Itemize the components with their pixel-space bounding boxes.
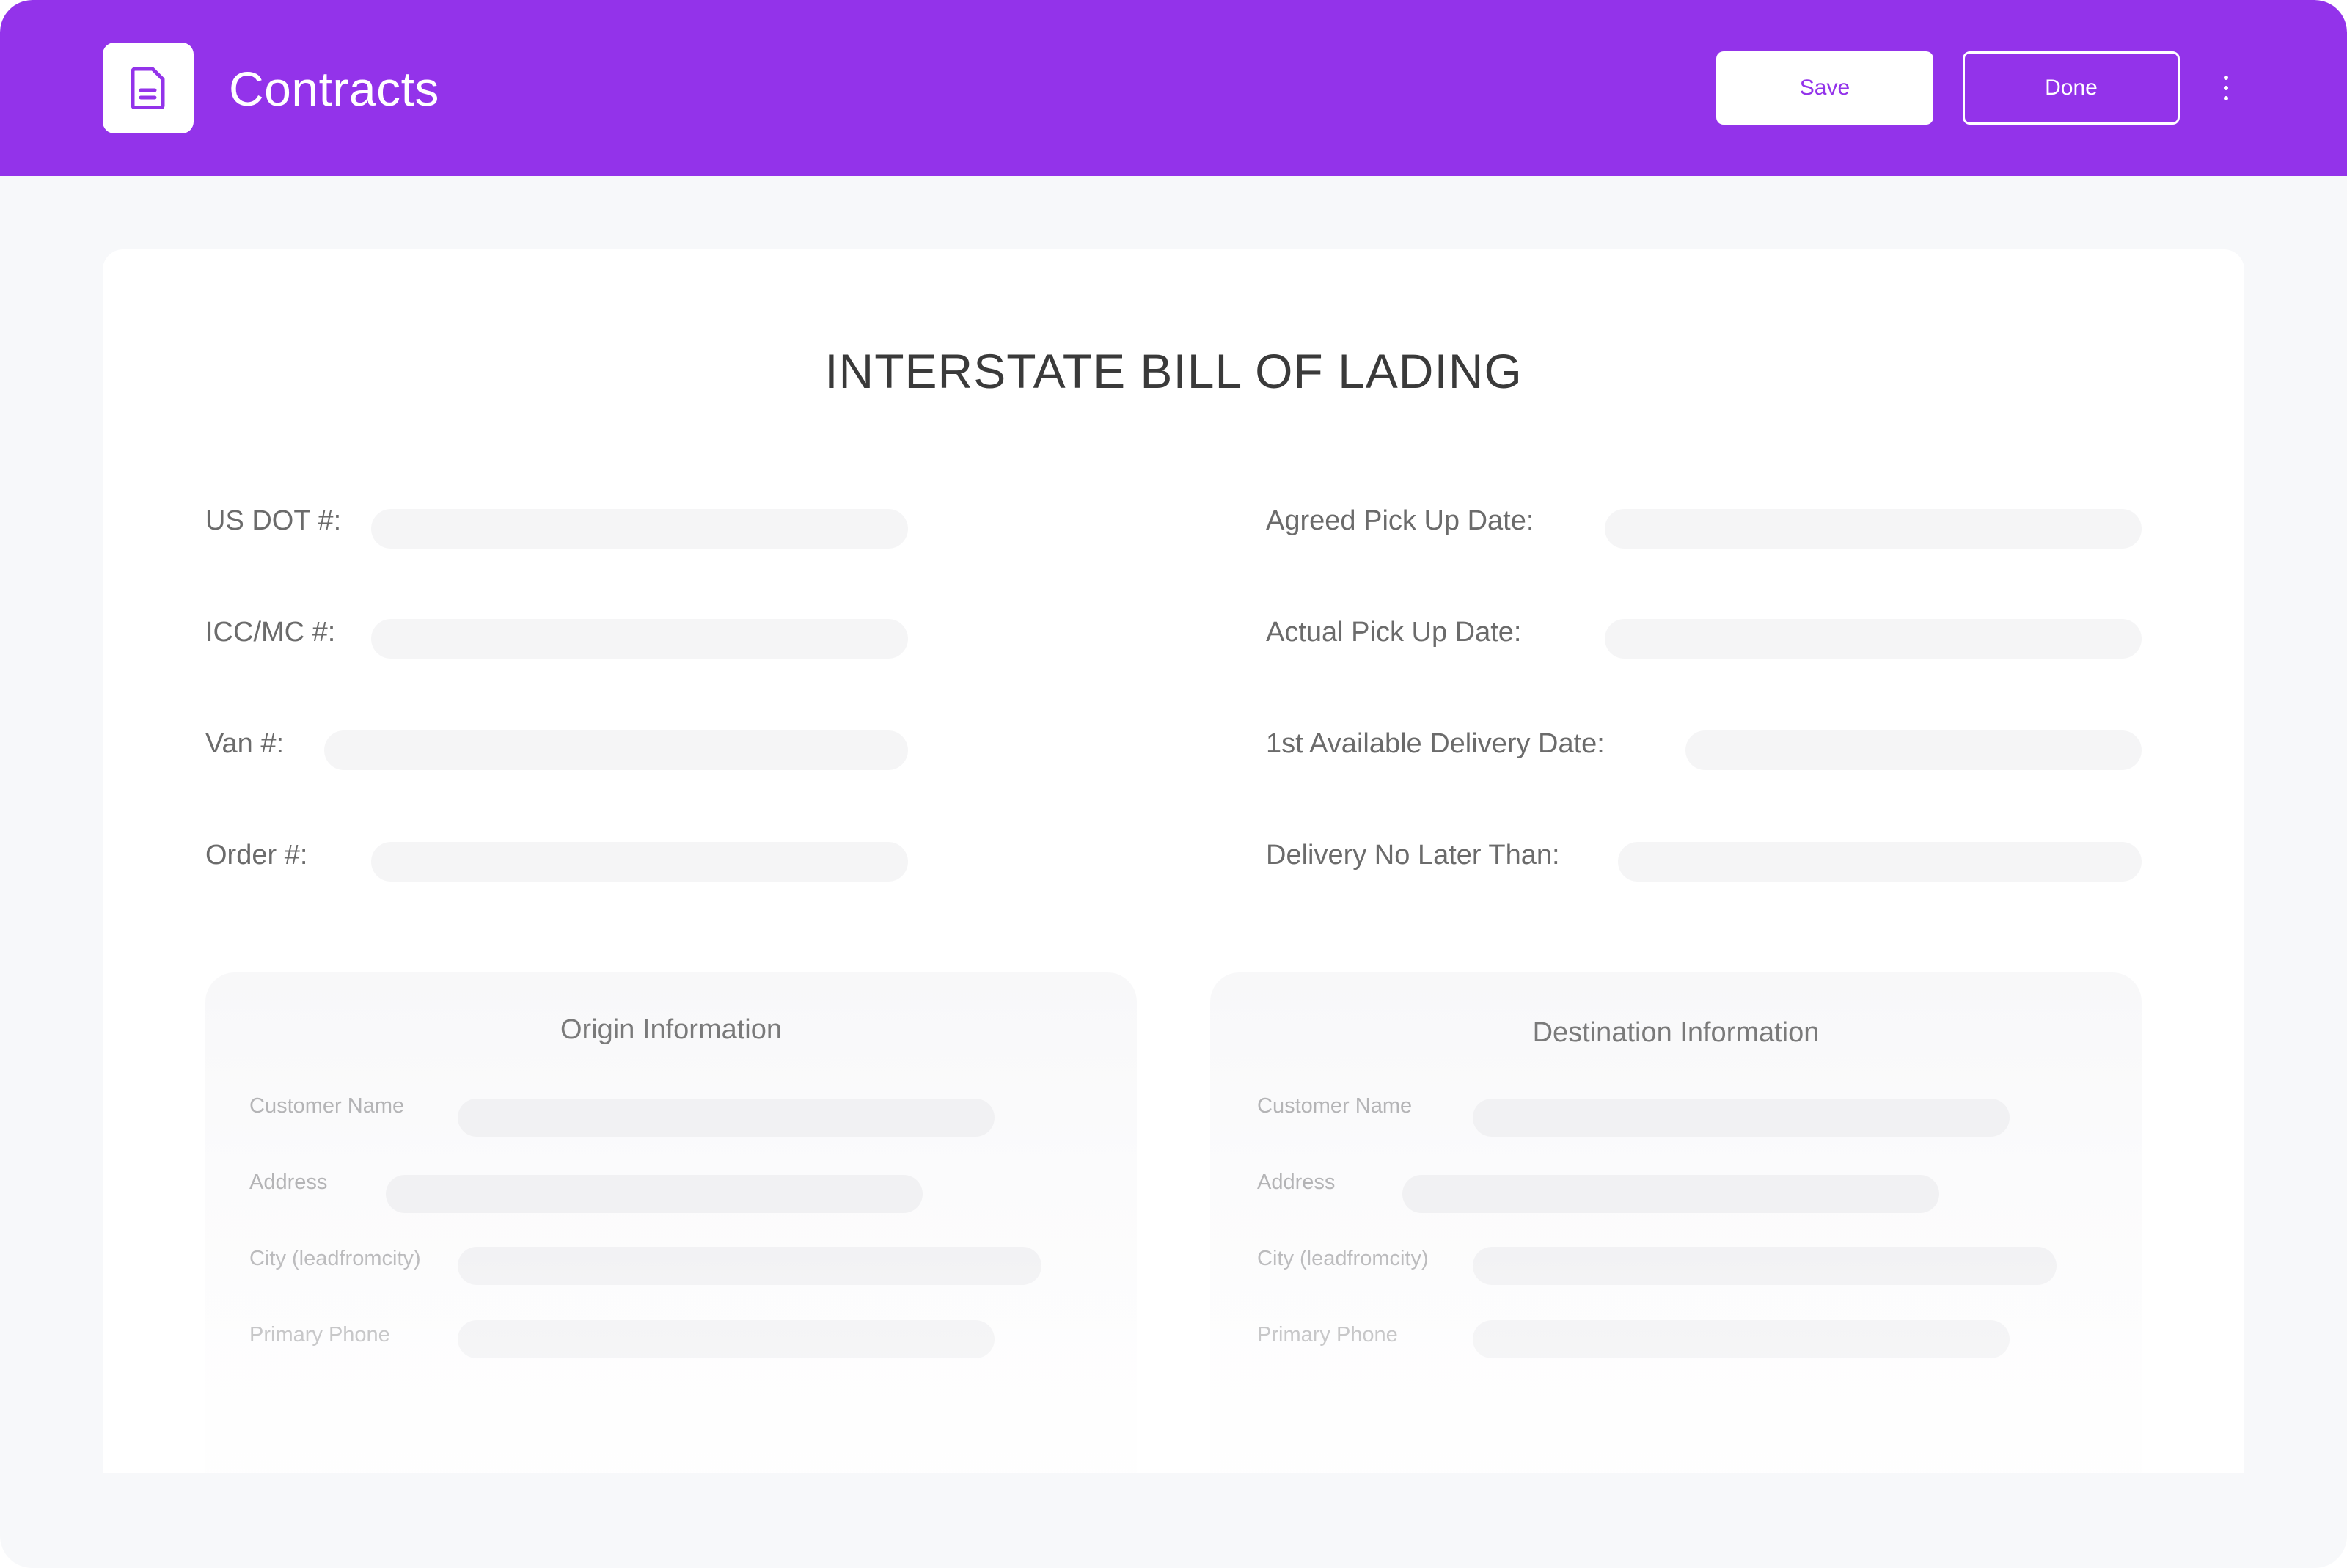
van-label: Van #:	[205, 728, 285, 759]
done-button[interactable]: Done	[1963, 51, 2180, 125]
document-icon	[103, 43, 194, 133]
icc-mc-input[interactable]	[371, 619, 908, 659]
actual-pickup-date-label: Actual Pick Up Date:	[1266, 617, 1522, 648]
van-input[interactable]	[324, 730, 908, 770]
order-label: Order #:	[205, 840, 308, 871]
page-title: Contracts	[229, 62, 439, 116]
agreed-pickup-date-input[interactable]	[1605, 509, 2142, 549]
agreed-pickup-date-label: Agreed Pick Up Date:	[1266, 505, 1534, 536]
destination-info-panel: Destination Information Customer Name Ad…	[1210, 972, 2142, 1473]
order-input[interactable]	[371, 842, 908, 882]
save-button[interactable]: Save	[1716, 51, 1933, 125]
destination-city-label: City (leadfromcity)	[1257, 1247, 1429, 1270]
menu-dot	[2224, 76, 2228, 80]
first-available-delivery-label: 1st Available Delivery Date:	[1266, 728, 1605, 759]
origin-info-panel: Origin Information Customer Name Address…	[205, 972, 1137, 1473]
destination-address-input[interactable]	[1402, 1175, 1939, 1213]
actual-pickup-date-input[interactable]	[1605, 619, 2142, 659]
document-title: INTERSTATE BILL OF LADING	[824, 344, 1523, 398]
app-window: Contracts Save Done INTERSTATE BILL OF L…	[0, 0, 2347, 1568]
destination-panel-title: Destination Information	[1532, 1017, 1820, 1048]
origin-panel-title: Origin Information	[560, 1014, 782, 1045]
destination-city-input[interactable]	[1473, 1247, 2057, 1285]
menu-dot	[2224, 86, 2228, 90]
origin-address-label: Address	[249, 1170, 328, 1194]
us-dot-input[interactable]	[371, 509, 908, 549]
origin-customer-name-input[interactable]	[458, 1099, 995, 1137]
delivery-no-later-label: Delivery No Later Than:	[1266, 840, 1560, 871]
delivery-no-later-input[interactable]	[1618, 842, 2142, 882]
header-bar: Contracts Save Done	[0, 0, 2347, 176]
icc-mc-label: ICC/MC #:	[205, 617, 336, 648]
destination-customer-name-input[interactable]	[1473, 1099, 2010, 1137]
origin-address-input[interactable]	[386, 1175, 923, 1213]
destination-phone-label: Primary Phone	[1257, 1323, 1398, 1347]
origin-city-input[interactable]	[458, 1247, 1041, 1285]
destination-customer-name-label: Customer Name	[1257, 1094, 1413, 1118]
origin-phone-label: Primary Phone	[249, 1323, 390, 1347]
more-vertical-icon[interactable]	[2215, 66, 2237, 110]
destination-phone-input[interactable]	[1473, 1320, 2010, 1358]
destination-address-label: Address	[1257, 1170, 1336, 1194]
origin-phone-input[interactable]	[458, 1320, 995, 1358]
us-dot-label: US DOT #:	[205, 505, 342, 536]
origin-city-label: City (leadfromcity)	[249, 1247, 421, 1270]
document-card: INTERSTATE BILL OF LADING US DOT #: ICC/…	[103, 249, 2244, 1473]
origin-customer-name-label: Customer Name	[249, 1094, 405, 1118]
menu-dot	[2224, 96, 2228, 100]
first-available-delivery-input[interactable]	[1685, 730, 2142, 770]
